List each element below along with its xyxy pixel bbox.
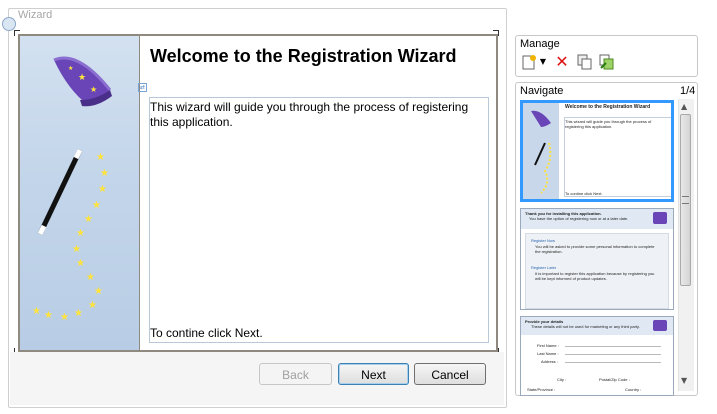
copy-page-icon[interactable] bbox=[577, 54, 593, 70]
thumb-field-label: Country : bbox=[625, 387, 642, 392]
thumb-title: Welcome to the Registration Wizard bbox=[565, 104, 651, 110]
intro-text: This wizard will guide you through the p… bbox=[150, 100, 469, 129]
svg-text:★: ★ bbox=[44, 310, 53, 321]
resize-corner bbox=[493, 30, 499, 36]
paste-page-icon[interactable] bbox=[599, 54, 615, 70]
scroll-up-icon[interactable]: ▲ bbox=[681, 102, 687, 111]
svg-text:★: ★ bbox=[94, 286, 103, 297]
thumb-option-desc: It is important to register this applica… bbox=[535, 271, 655, 281]
svg-text:★: ★ bbox=[96, 152, 105, 163]
svg-text:★: ★ bbox=[72, 244, 81, 255]
thumb-subtitle: These details will not be used for marke… bbox=[531, 324, 640, 329]
svg-text:★: ★ bbox=[88, 300, 97, 311]
svg-text:★: ★ bbox=[60, 312, 69, 323]
thumb-field-label: First Name : bbox=[537, 343, 559, 348]
dropdown-arrow-icon[interactable]: ▼ bbox=[538, 54, 548, 70]
window-title: Wizard bbox=[18, 9, 53, 21]
thumb-text: This wizard will guide you through the p… bbox=[565, 119, 652, 129]
navigate-label: Navigate bbox=[520, 85, 564, 97]
svg-text:★: ★ bbox=[84, 214, 93, 225]
thumb-field-label: Postal/Zip Code : bbox=[599, 377, 630, 382]
thumb-text: You have the option of registering now o… bbox=[529, 216, 629, 221]
magic-wand-icon: ★★★ ★★★ ★★★ ★★★ ★★★ bbox=[32, 148, 109, 323]
svg-text:★: ★ bbox=[86, 272, 95, 283]
thumb-hat-icon bbox=[653, 212, 667, 224]
back-button[interactable]: Back bbox=[259, 363, 332, 385]
svg-text:★: ★ bbox=[76, 258, 85, 269]
page-thumbnail-1[interactable]: Welcome to the Registration Wizard This … bbox=[520, 100, 674, 202]
svg-text:★: ★ bbox=[98, 184, 107, 195]
thumb-option-label: Register Now bbox=[531, 238, 556, 243]
thumb-footer: To contine click Next. bbox=[565, 191, 603, 196]
svg-text:★: ★ bbox=[78, 73, 86, 83]
page-thumbnail-3[interactable]: Provide your details These details will … bbox=[520, 316, 674, 396]
svg-text:★: ★ bbox=[76, 228, 85, 239]
svg-text:★: ★ bbox=[90, 85, 97, 94]
thumb-content-box bbox=[564, 117, 671, 197]
thumb-field-label: Address : bbox=[541, 359, 558, 364]
grip-icon bbox=[682, 196, 689, 204]
thumb-hat-icon bbox=[653, 320, 667, 331]
move-handle-icon[interactable] bbox=[2, 17, 16, 31]
wizard-side-panel: ★ ★ ★ ★ ★ ★ ★ ★ ★ ★ ★ ★ ★ ★ ★ ★ ★ ★ bbox=[20, 36, 139, 350]
page-heading: Welcome to the Registration Wizard bbox=[150, 46, 457, 66]
next-button[interactable]: Next bbox=[338, 363, 409, 385]
continue-hint: To contine click Next. bbox=[150, 326, 263, 340]
cancel-button[interactable]: Cancel bbox=[414, 363, 486, 385]
svg-text:★: ★ bbox=[92, 200, 101, 211]
adorner-icon[interactable]: ⇄ bbox=[138, 83, 147, 92]
thumb-option-label: Register Later bbox=[531, 265, 557, 270]
delete-icon[interactable]: ✕ bbox=[554, 54, 570, 70]
thumb-wand-icon bbox=[531, 110, 552, 194]
content-panel bbox=[149, 97, 489, 343]
thumb-field-label: Last Name : bbox=[537, 351, 559, 356]
svg-text:★: ★ bbox=[32, 306, 41, 317]
svg-text:★: ★ bbox=[74, 308, 83, 319]
svg-text:★: ★ bbox=[100, 168, 109, 179]
thumb-option-desc: You will be asked to provide some person… bbox=[535, 244, 655, 254]
scroll-down-icon[interactable]: ▼ bbox=[681, 376, 687, 385]
svg-text:★: ★ bbox=[68, 65, 73, 72]
manage-label: Manage bbox=[520, 38, 560, 50]
thumb-field-label: State/Province : bbox=[527, 387, 556, 392]
new-page-icon[interactable] bbox=[521, 54, 537, 70]
page-counter: 1/4 bbox=[680, 85, 696, 97]
resize-corner bbox=[14, 30, 20, 36]
thumb-field bbox=[565, 346, 661, 347]
wizard-hat-icon: ★ ★ ★ bbox=[53, 56, 112, 107]
page-thumbnail-2[interactable]: Thank you for installing this applicatio… bbox=[520, 208, 674, 310]
thumb-field bbox=[565, 362, 661, 363]
thumb-field bbox=[565, 354, 661, 355]
thumb-field-label: City : bbox=[557, 377, 567, 382]
wizard-page: ★ ★ ★ ★ ★ ★ ★ ★ ★ ★ ★ ★ ★ ★ ★ ★ ★ ★ Welcome to the… bbox=[18, 34, 498, 352]
